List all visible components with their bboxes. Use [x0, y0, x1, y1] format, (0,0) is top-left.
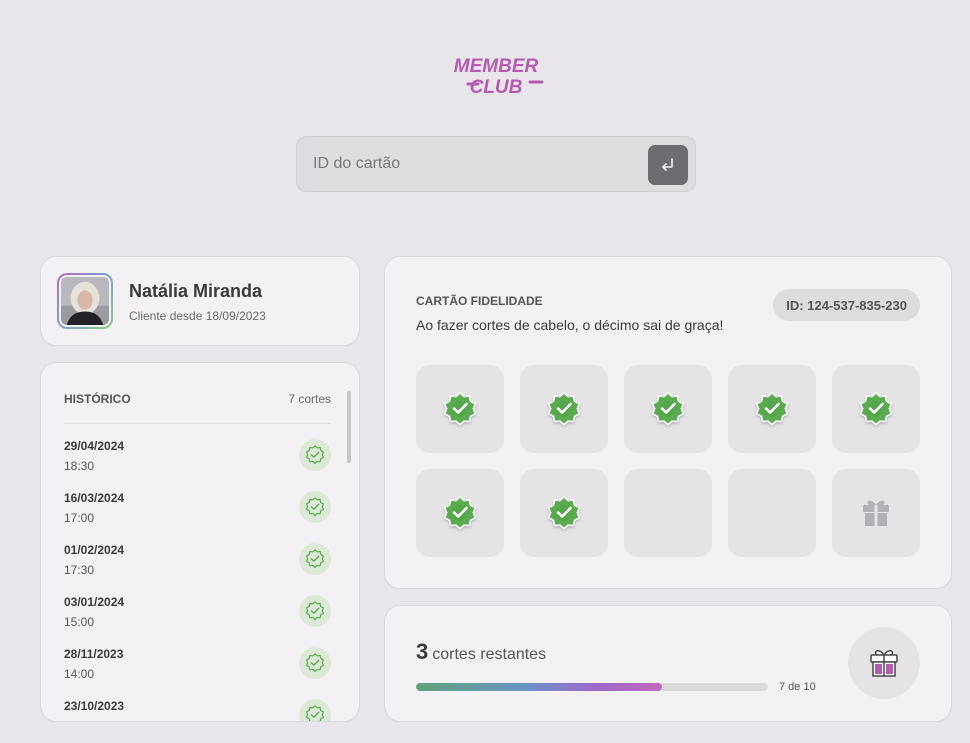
- avatar[interactable]: [57, 273, 113, 329]
- history-time: 14:00: [64, 667, 95, 681]
- history-count: 7 cortes: [288, 392, 331, 406]
- history-item: 23/10/2023 14:00: [64, 689, 331, 721]
- history-scrollbar[interactable]: [347, 391, 351, 463]
- stamp-slot-filled: [624, 365, 712, 453]
- progress-text: 7 de 10: [779, 681, 816, 693]
- history-date: 23/10/2023: [64, 699, 125, 713]
- stamp-slot-empty: [728, 469, 816, 557]
- history-title: HISTÓRICO: [64, 392, 131, 406]
- stamp-check-icon: [443, 391, 477, 426]
- stamp-slot-filled: [832, 365, 920, 453]
- history-time: 14:00: [64, 719, 94, 721]
- stamp-check-icon: [547, 391, 581, 426]
- stamp-slot-filled: [416, 469, 504, 557]
- history-date: 28/11/2023: [64, 647, 124, 661]
- check-badge-icon: [299, 439, 331, 471]
- history-date: 03/01/2024: [64, 595, 125, 609]
- history-item: 28/11/2023 14:00: [64, 637, 331, 689]
- check-badge-icon: [299, 647, 331, 679]
- loyalty-description: Ao fazer cortes de cabelo, o décimo sai …: [416, 317, 724, 333]
- history-card: HISTÓRICO 7 cortes 29/04/2024 18:30 16/03/…: [40, 362, 360, 722]
- avatar-photo: [61, 277, 109, 325]
- submit-button[interactable]: [648, 145, 688, 185]
- history-date: 16/03/2024: [64, 491, 125, 505]
- logo-line-2: CLUB: [470, 77, 523, 98]
- check-badge-icon: [299, 543, 331, 575]
- profile-card: Natália Miranda Cliente desde 18/09/2023: [40, 256, 360, 346]
- reward-slot: [832, 469, 920, 557]
- enter-icon: [662, 158, 673, 171]
- remaining-count: 3 cortes restantes: [416, 639, 546, 665]
- check-badge-icon: [299, 699, 331, 721]
- stamp-grid: [416, 365, 920, 557]
- stamp-slot-filled: [520, 469, 608, 557]
- gift-icon: [863, 500, 889, 526]
- check-badge-icon: [299, 595, 331, 627]
- logo-line-1: MEMBER: [454, 56, 539, 77]
- member-club-logo: MEMBER CLUB: [440, 50, 552, 102]
- remaining-label: cortes restantes: [432, 646, 547, 663]
- history-divider: [64, 423, 331, 424]
- card-id-badge: ID: 124-537-835-230: [773, 289, 920, 321]
- history-item: 01/02/2024 17:30: [64, 533, 331, 585]
- stamp-slot-empty: [624, 469, 712, 557]
- history-date: 29/04/2024: [64, 439, 125, 453]
- progress-bar-fill: [416, 683, 663, 691]
- stamp-check-icon: [443, 495, 477, 530]
- customer-since: Cliente desde 18/09/2023: [129, 309, 266, 323]
- gift-icon: [870, 650, 898, 677]
- card-id-input[interactable]: [297, 137, 637, 191]
- history-time: 18:30: [64, 459, 95, 473]
- stamp-check-icon: [755, 391, 789, 426]
- history-item: 16/03/2024 17:00: [64, 481, 331, 533]
- stamp-slot-filled: [520, 365, 608, 453]
- stamp-check-icon: [651, 391, 685, 426]
- history-item: 29/04/2024 18:30: [64, 429, 331, 481]
- stamp-check-icon: [859, 391, 893, 426]
- loyalty-title: CARTÃO FIDELIDADE: [416, 294, 543, 308]
- history-time: 15:00: [64, 615, 95, 629]
- history-time: 17:00: [64, 511, 95, 525]
- progress-bar: [416, 683, 768, 691]
- progress-card: 3 cortes restantes 7 de 10: [384, 605, 952, 722]
- stamp-slot-filled: [728, 365, 816, 453]
- stamp-slot-filled: [416, 365, 504, 453]
- history-date: 01/02/2024: [64, 543, 125, 557]
- check-badge-icon: [299, 491, 331, 523]
- customer-name: Natália Miranda: [129, 281, 263, 301]
- loyalty-card: CARTÃO FIDELIDADE Ao fazer cortes de cab…: [384, 256, 952, 589]
- history-item: 03/01/2024 15:00: [64, 585, 331, 637]
- remaining-number: 3: [416, 639, 429, 664]
- history-time: 17:30: [64, 563, 95, 577]
- reward-badge: [848, 627, 920, 699]
- card-id-search: [296, 136, 696, 192]
- history-list: 29/04/2024 18:30 16/03/2024 17:00 01/02/2024…: [64, 429, 331, 721]
- stamp-check-icon: [547, 495, 581, 530]
